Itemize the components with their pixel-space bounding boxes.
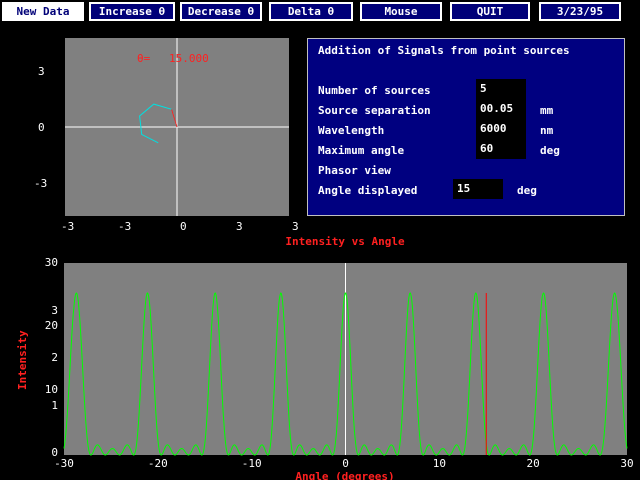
y-tick-label: 1 bbox=[51, 399, 58, 412]
phasor-view-label: Phasor view bbox=[318, 164, 391, 177]
parameters-panel: Addition of Signals from point sources N… bbox=[307, 38, 625, 216]
y-tick-label: 30 bbox=[45, 256, 58, 269]
wavelength-field[interactable]: 6000 bbox=[476, 119, 526, 139]
x-tick-label: 20 bbox=[527, 457, 540, 470]
angle-displayed-label: Angle displayed bbox=[318, 184, 418, 197]
separation-label: Source separation bbox=[318, 104, 431, 117]
mouse-button[interactable]: Mouse bbox=[360, 2, 442, 21]
x-tick-label: -20 bbox=[148, 457, 168, 470]
max-angle-field[interactable]: 60 bbox=[476, 139, 526, 159]
sources-label: Number of sources bbox=[318, 84, 431, 97]
intensity-chart: Intensity vs Angle 30 3 20 2 10 10 -30 -20 -10 0… bbox=[16, 235, 634, 480]
theta-label: θ= bbox=[137, 52, 151, 65]
x-tick-label: 0 bbox=[342, 457, 349, 470]
x-axis-label: Angle (degrees) bbox=[295, 470, 394, 480]
x-tick-label: -30 bbox=[54, 457, 74, 470]
angle-displayed-unit: deg bbox=[517, 184, 537, 197]
phasor-view: θ= 15.000 3 0 -3 -3 -3 0 3 3 bbox=[34, 38, 299, 233]
separation-unit: mm bbox=[540, 104, 554, 117]
y-tick-label: 20 bbox=[45, 319, 58, 332]
x-tick-label: 10 bbox=[433, 457, 446, 470]
decrease-theta-button[interactable]: Decrease θ bbox=[180, 2, 262, 21]
sources-field[interactable]: 5 bbox=[476, 79, 526, 99]
increase-theta-button[interactable]: Increase θ bbox=[89, 2, 175, 21]
quit-button[interactable]: QUIT bbox=[450, 2, 530, 21]
angle-displayed-field[interactable]: 15 bbox=[453, 179, 503, 199]
date-button[interactable]: 3/23/95 bbox=[539, 2, 621, 21]
x-tick-label: -10 bbox=[242, 457, 262, 470]
phasor-y-tick: 0 bbox=[38, 121, 45, 134]
y-tick-label: 10 bbox=[45, 383, 58, 396]
max-angle-label: Maximum angle bbox=[318, 144, 405, 157]
x-tick-label: 30 bbox=[620, 457, 633, 470]
y-axis-label: Intensity bbox=[16, 330, 29, 390]
chart-title: Intensity vs Angle bbox=[285, 235, 405, 248]
wavelength-label: Wavelength bbox=[318, 124, 385, 137]
new-data-button[interactable]: New Data bbox=[2, 2, 84, 21]
separation-field[interactable]: 00.05 bbox=[476, 99, 526, 119]
max-angle-unit: deg bbox=[540, 144, 560, 157]
panel-title: Addition of Signals from point sources bbox=[318, 44, 570, 57]
theta-value: 15.000 bbox=[169, 52, 209, 65]
phasor-y-tick: 3 bbox=[38, 65, 45, 78]
phasor-y-tick: -3 bbox=[34, 177, 47, 190]
wavelength-unit: nm bbox=[540, 124, 554, 137]
y-tick-label: 2 bbox=[51, 351, 58, 364]
y-tick-label: 3 bbox=[51, 304, 58, 317]
delta-theta-button[interactable]: Delta θ bbox=[269, 2, 353, 21]
